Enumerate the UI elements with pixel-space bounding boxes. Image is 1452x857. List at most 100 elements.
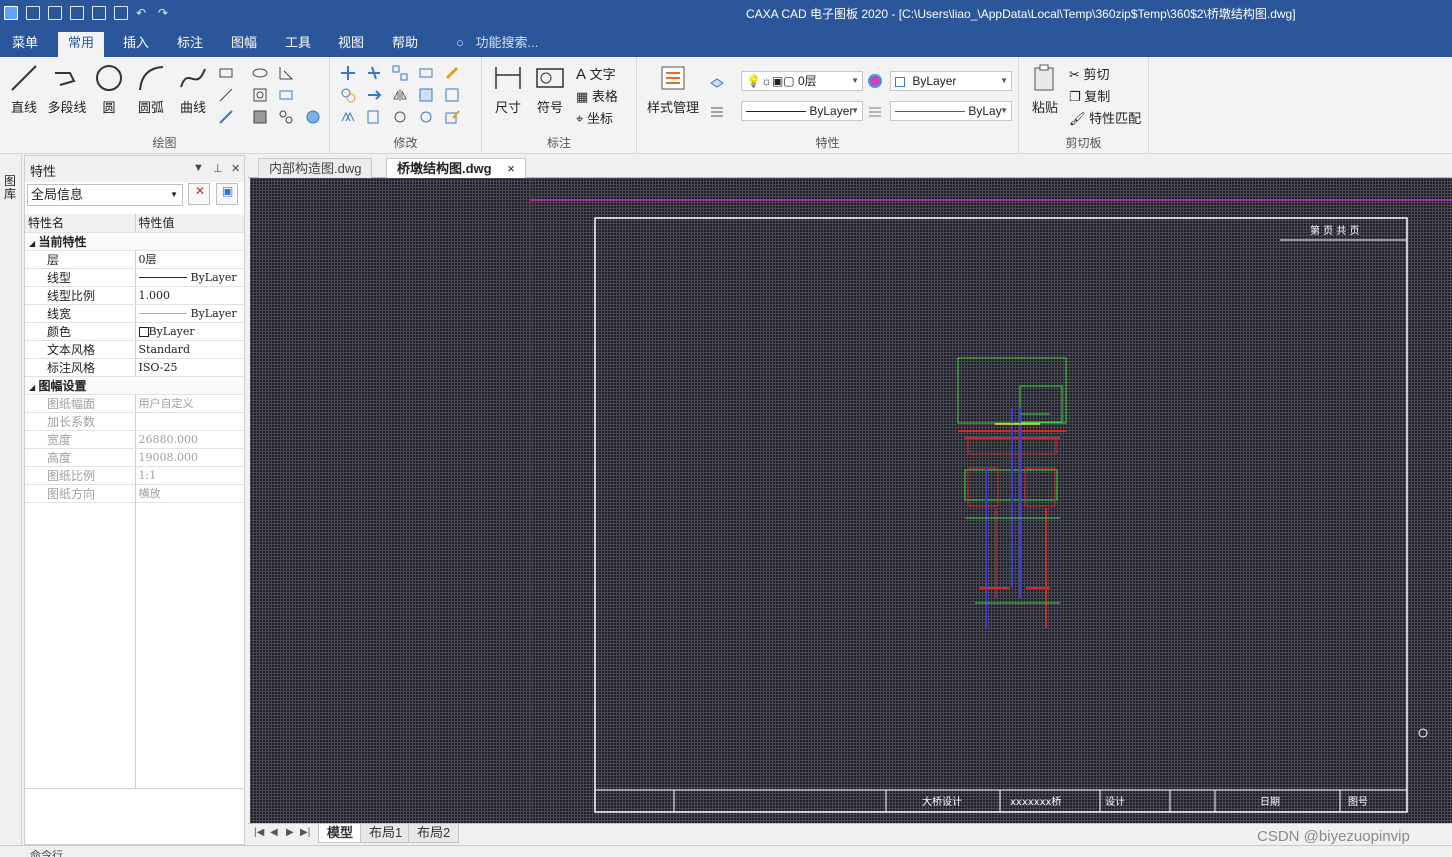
tab-menu[interactable]: 菜单 [2, 32, 48, 57]
property-value[interactable]: ByLayer [135, 304, 244, 323]
last-layout-icon[interactable]: ▶| [300, 827, 310, 838]
linewidth-icon[interactable] [867, 103, 883, 119]
library-strip[interactable]: 图库 [0, 155, 22, 845]
quick-select-button[interactable]: ▣ [216, 183, 238, 205]
explode-icon[interactable] [418, 87, 434, 103]
redo-icon[interactable]: ↷ [158, 6, 172, 20]
tab-tools[interactable]: 工具 [275, 32, 321, 57]
scale-icon[interactable] [366, 109, 382, 125]
text-button[interactable]: A 文字 [576, 64, 616, 83]
property-row[interactable]: 文本风格 Standard [25, 340, 244, 359]
property-row[interactable]: 线型 ByLayer [25, 268, 244, 287]
move-icon[interactable] [340, 65, 356, 81]
property-value[interactable]: ByLayer [135, 268, 244, 287]
save-all-icon[interactable] [92, 6, 106, 20]
doc-tab-pier[interactable]: 桥墩结构图.dwg × [386, 158, 526, 178]
table-button[interactable]: ▦ 表格 [576, 86, 618, 105]
next-layout-icon[interactable]: ▶ [286, 827, 294, 838]
print-icon[interactable] [114, 6, 128, 20]
deselect-button[interactable]: ✕ [188, 183, 210, 205]
trim-icon[interactable] [366, 65, 382, 81]
property-row[interactable]: 颜色 ByLayer [25, 322, 244, 341]
center-line-icon[interactable] [278, 87, 294, 103]
parallel-line-icon[interactable] [218, 87, 234, 103]
paste-button[interactable]: 粘贴 [1025, 63, 1065, 116]
block-icon[interactable] [252, 109, 268, 125]
tab-help[interactable]: 帮助 [382, 32, 428, 57]
command-line[interactable]: 命令行 [0, 845, 1452, 857]
coordinate-button[interactable]: ⌖ 坐标 [576, 108, 613, 127]
feature-search[interactable]: ○ 功能搜索... [446, 32, 548, 57]
property-value[interactable]: 0层 [135, 250, 244, 269]
close-icon[interactable]: ✕ [231, 162, 240, 175]
close-icon[interactable]: × [507, 161, 515, 176]
property-row[interactable]: 标注风格 ISO-25 [25, 358, 244, 377]
circle-button[interactable]: 圆 [89, 63, 129, 116]
property-row[interactable]: 线型比例 1.000 [25, 286, 244, 305]
pattern-icon[interactable] [278, 109, 294, 125]
tab-common[interactable]: 常用 [58, 32, 105, 57]
extend-icon[interactable] [366, 87, 382, 103]
property-row[interactable]: 层 0层 [25, 250, 244, 269]
library-tab[interactable]: 图库 [4, 175, 18, 201]
first-layout-icon[interactable]: |◀ [254, 827, 264, 838]
tab-annotate[interactable]: 标注 [167, 32, 213, 57]
linetype-select[interactable]: ByLayer ▼ [741, 101, 863, 121]
line-button[interactable]: 直线 [4, 63, 44, 116]
section-row[interactable]: ◢ 当前特性 [25, 232, 244, 251]
fillet-icon[interactable] [444, 87, 460, 103]
copy-object-icon[interactable] [340, 87, 356, 103]
tab-view[interactable]: 视图 [328, 32, 374, 57]
color-select[interactable]: ByLayer ▼ [890, 71, 1012, 91]
array-icon[interactable] [392, 65, 408, 81]
curve-button[interactable]: 曲线 [173, 63, 213, 116]
drawing-canvas[interactable]: 第 页 共 页 大桥设计 xxxxxxx桥 设计 日期 图号 [250, 178, 1452, 823]
match-properties-button[interactable]: 🖌 特性匹配 [1069, 108, 1141, 127]
save-icon[interactable] [70, 6, 84, 20]
undo-icon[interactable]: ↶ [136, 6, 150, 20]
symbol-button[interactable]: 符号 [530, 63, 570, 116]
layout-tab-1[interactable]: 布局1 [360, 824, 412, 843]
property-value[interactable]: Standard [135, 340, 244, 359]
tab-insert[interactable]: 插入 [113, 32, 159, 57]
prev-layout-icon[interactable]: ◀ [270, 827, 278, 838]
layer-select[interactable]: 💡☼▣▢ 0层 ▼ [741, 71, 863, 91]
collapse-icon[interactable]: ◢ [29, 239, 35, 248]
layer-manager-icon[interactable] [709, 73, 725, 89]
section-row[interactable]: ◢ 图幅设置 [25, 376, 244, 395]
layout-tab-2[interactable]: 布局2 [408, 824, 460, 843]
property-value[interactable]: ISO-25 [135, 358, 244, 377]
offset-icon[interactable] [340, 109, 356, 125]
property-row[interactable]: 线宽 ByLayer [25, 304, 244, 323]
ellipse-icon[interactable] [252, 65, 268, 81]
arc-button[interactable]: 圆弧 [131, 63, 171, 116]
pier-structure-drawing[interactable] [957, 357, 1067, 628]
cut-button[interactable]: ✂ 剪切 [1069, 64, 1110, 83]
tab-sheet[interactable]: 图幅 [221, 32, 267, 57]
copy-button[interactable]: ❐ 复制 [1069, 86, 1110, 105]
property-value[interactable]: ByLayer [135, 322, 244, 341]
dimension-button[interactable]: 尺寸 [488, 63, 528, 116]
erase-icon[interactable] [444, 65, 460, 81]
doc-tab-internal[interactable]: 内部构造图.dwg [258, 158, 373, 178]
stretch-icon[interactable] [418, 65, 434, 81]
layout-tab-model[interactable]: 模型 [318, 824, 363, 843]
hatch-icon[interactable] [252, 87, 268, 103]
color-wheel-icon[interactable] [867, 73, 883, 89]
lineweight-select[interactable]: ByLay ▼ [890, 101, 1012, 121]
lineweight-icon[interactable] [709, 103, 725, 119]
globe-icon[interactable] [305, 109, 321, 125]
collapse-icon[interactable]: ◢ [29, 383, 35, 392]
panel-menu-icon[interactable]: ▼ [193, 162, 204, 174]
object-selector[interactable]: 全局信息 ▼ [27, 184, 183, 206]
break-icon[interactable] [418, 109, 434, 125]
polyline-button[interactable]: 多段线 [46, 63, 88, 116]
pin-icon[interactable]: ⊥ [213, 162, 223, 175]
style-manager-button[interactable]: 样式管理 [643, 63, 703, 116]
mirror-icon[interactable] [392, 87, 408, 103]
rotate-icon[interactable] [392, 109, 408, 125]
construction-line-icon[interactable] [218, 109, 234, 125]
app-icon[interactable] [4, 6, 18, 20]
angle-line-icon[interactable] [278, 65, 294, 81]
rectangle-icon[interactable] [218, 65, 234, 81]
